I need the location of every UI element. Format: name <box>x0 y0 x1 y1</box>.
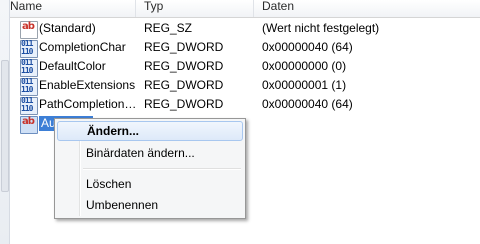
value-type: REG_DWORD <box>144 78 224 92</box>
value-type: REG_SZ <box>144 21 193 35</box>
column-divider[interactable] <box>135 0 136 17</box>
tree-pane-scrollbar[interactable] <box>0 0 10 244</box>
binary-value-icon: 011 110 <box>20 59 38 77</box>
menu-item-label: Binärdaten ändern... <box>86 146 195 160</box>
value-type: REG_DWORD <box>144 59 224 73</box>
registry-value-row[interactable]: 011 110 CompletionChar REG_DWORD 0x000000… <box>10 38 480 58</box>
value-data: 0x00000001 (1) <box>262 78 347 92</box>
registry-value-row[interactable]: 011 110 EnableExtensions REG_DWORD 0x0000… <box>10 76 480 96</box>
binary-value-icon: 011 110 <box>20 97 38 115</box>
context-menu: Ändern... Binärdaten ändern... Löschen U… <box>54 118 246 219</box>
list-header: Name Typ Daten <box>10 0 480 18</box>
value-name: CompletionChar <box>39 40 126 54</box>
value-data: 0x00000040 (64) <box>262 97 353 111</box>
value-type: REG_DWORD <box>144 40 224 54</box>
value-name: DefaultColor <box>39 59 106 73</box>
binary-value-icon: 011 110 <box>20 40 38 58</box>
registry-value-row[interactable]: 011 110 DefaultColor REG_DWORD 0x00000000… <box>10 57 480 77</box>
value-data: 0x00000040 (64) <box>262 40 353 54</box>
column-divider[interactable] <box>253 0 254 17</box>
menu-item-delete[interactable]: Löschen <box>57 174 243 194</box>
column-header-name[interactable]: Name <box>10 0 42 17</box>
menu-item-label: Löschen <box>86 177 132 191</box>
menu-separator <box>83 168 241 170</box>
string-value-icon: ab <box>20 116 38 134</box>
column-header-data[interactable]: Daten <box>262 0 294 17</box>
scrollbar-thumb[interactable] <box>1 60 9 192</box>
value-data: 0x00000000 (0) <box>262 59 347 73</box>
value-name: EnableExtensions <box>39 78 136 92</box>
menu-item-label: Ändern... <box>87 124 140 138</box>
column-header-type[interactable]: Typ <box>144 0 163 17</box>
binary-value-icon: 011 110 <box>20 78 38 96</box>
menu-item-edit[interactable]: Ändern... <box>57 121 243 141</box>
menu-item-rename[interactable]: Umbenennen <box>57 195 243 215</box>
string-value-icon: ab <box>20 21 38 39</box>
value-name: (Standard) <box>39 21 96 35</box>
registry-value-row[interactable]: 011 110 PathCompletion… REG_DWORD 0x00000… <box>10 95 480 115</box>
menu-item-edit-binary[interactable]: Binärdaten ändern... <box>57 143 243 163</box>
menu-item-label: Umbenennen <box>86 198 159 212</box>
value-type: REG_DWORD <box>144 97 224 111</box>
registry-value-row[interactable]: ab (Standard) REG_SZ (Wert nicht festgel… <box>10 19 480 39</box>
value-name: PathCompletion… <box>39 97 137 111</box>
value-data: (Wert nicht festgelegt) <box>262 21 380 35</box>
